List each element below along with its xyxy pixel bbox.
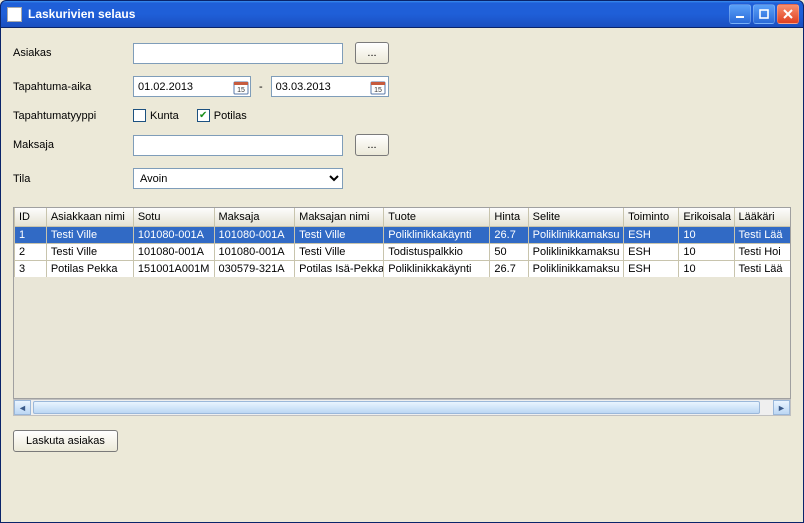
cell-asiakkaan_nimi: Testi Ville	[46, 244, 133, 261]
cell-maksaja: 101080-001A	[214, 244, 295, 261]
table-row[interactable]: 2Testi Ville101080-001A101080-001ATesti …	[15, 244, 792, 261]
cell-sotu: 151001A001M	[133, 261, 214, 278]
cell-tuote: Todistuspalkkio	[384, 244, 490, 261]
cell-sotu: 101080-001A	[133, 244, 214, 261]
date-range-separator: -	[259, 81, 263, 93]
cell-selite: Poliklinikkamaksu	[528, 261, 624, 278]
col-header-id[interactable]: ID	[15, 208, 47, 227]
cell-maksaja: 030579-321A	[214, 261, 295, 278]
cell-hinta: 26.7	[490, 261, 528, 278]
cell-laakari: Testi Lää	[734, 261, 791, 278]
cell-id: 3	[15, 261, 47, 278]
maksaja-label: Maksaja	[13, 139, 133, 151]
cell-selite: Poliklinikkamaksu	[528, 227, 624, 244]
col-header-maksaja[interactable]: Maksaja	[214, 208, 295, 227]
cell-asiakkaan_nimi: Potilas Pekka	[46, 261, 133, 278]
cell-selite: Poliklinikkamaksu	[528, 244, 624, 261]
col-header-maksajan-nimi[interactable]: Maksajan nimi	[295, 208, 384, 227]
kunta-checkbox[interactable]: Kunta	[133, 109, 179, 122]
col-header-selite[interactable]: Selite	[528, 208, 624, 227]
scrollbar-thumb[interactable]	[33, 401, 760, 414]
scroll-left-arrow-icon[interactable]: ◄	[14, 400, 31, 415]
col-header-toiminto[interactable]: Toiminto	[624, 208, 679, 227]
maksaja-input[interactable]	[133, 135, 343, 156]
cell-erikoisala: 10	[679, 244, 734, 261]
cell-maksaja: 101080-001A	[214, 227, 295, 244]
checkbox-box-icon	[133, 109, 146, 122]
cell-toiminto: ESH	[624, 261, 679, 278]
cell-toiminto: ESH	[624, 227, 679, 244]
app-icon	[7, 7, 22, 22]
cell-sotu: 101080-001A	[133, 227, 214, 244]
table-empty-area	[14, 277, 790, 398]
tila-select[interactable]: Avoin	[133, 168, 343, 189]
tapahtuma-aika-label: Tapahtuma-aika	[13, 81, 133, 93]
cell-laakari: Testi Hoi	[734, 244, 791, 261]
cell-toiminto: ESH	[624, 244, 679, 261]
results-table: ID Asiakkaan nimi Sotu Maksaja Maksajan …	[13, 207, 791, 399]
cell-asiakkaan_nimi: Testi Ville	[46, 227, 133, 244]
window-titlebar: Laskurivien selaus	[0, 0, 804, 28]
table-row[interactable]: 1Testi Ville101080-001A101080-001ATesti …	[15, 227, 792, 244]
svg-text:15: 15	[237, 87, 245, 94]
window-title: Laskurivien selaus	[28, 7, 729, 21]
calendar-icon[interactable]: 15	[370, 78, 387, 95]
table-row[interactable]: 3Potilas Pekka151001A001M030579-321APoti…	[15, 261, 792, 278]
scrollbar-track[interactable]	[31, 400, 773, 415]
laskuta-asiakas-button[interactable]: Laskuta asiakas	[13, 430, 118, 452]
tapahtumatyyppi-label: Tapahtumatyyppi	[13, 110, 133, 122]
cell-maksajan_nimi: Testi Ville	[295, 227, 384, 244]
minimize-button[interactable]	[729, 4, 751, 24]
kunta-checkbox-label: Kunta	[150, 110, 179, 122]
asiakas-lookup-button[interactable]: ...	[355, 42, 389, 64]
checkbox-box-icon: ✔	[197, 109, 210, 122]
cell-maksajan_nimi: Potilas Isä-Pekka	[295, 261, 384, 278]
cell-hinta: 26.7	[490, 227, 528, 244]
potilas-checkbox-label: Potilas	[214, 110, 247, 122]
svg-text:15: 15	[374, 87, 382, 94]
col-header-asiakkaan-nimi[interactable]: Asiakkaan nimi	[46, 208, 133, 227]
maximize-button[interactable]	[753, 4, 775, 24]
cell-tuote: Poliklinikkakäynti	[384, 227, 490, 244]
col-header-hinta[interactable]: Hinta	[490, 208, 528, 227]
asiakas-label: Asiakas	[13, 47, 133, 59]
cell-id: 2	[15, 244, 47, 261]
table-header-row: ID Asiakkaan nimi Sotu Maksaja Maksajan …	[15, 208, 792, 227]
cell-erikoisala: 10	[679, 227, 734, 244]
cell-erikoisala: 10	[679, 261, 734, 278]
calendar-icon[interactable]: 15	[232, 78, 249, 95]
close-button[interactable]	[777, 4, 799, 24]
maksaja-lookup-button[interactable]: ...	[355, 134, 389, 156]
horizontal-scrollbar[interactable]: ◄ ►	[13, 399, 791, 416]
potilas-checkbox[interactable]: ✔ Potilas	[197, 109, 247, 122]
col-header-sotu[interactable]: Sotu	[133, 208, 214, 227]
cell-tuote: Poliklinikkakäynti	[384, 261, 490, 278]
cell-maksajan_nimi: Testi Ville	[295, 244, 384, 261]
col-header-erikoisala[interactable]: Erikoisala	[679, 208, 734, 227]
col-header-tuote[interactable]: Tuote	[384, 208, 490, 227]
cell-laakari: Testi Lää	[734, 227, 791, 244]
cell-hinta: 50	[490, 244, 528, 261]
scroll-right-arrow-icon[interactable]: ►	[773, 400, 790, 415]
col-header-laakari[interactable]: Lääkäri	[734, 208, 791, 227]
tila-label: Tila	[13, 173, 133, 185]
cell-id: 1	[15, 227, 47, 244]
asiakas-input[interactable]	[133, 43, 343, 64]
